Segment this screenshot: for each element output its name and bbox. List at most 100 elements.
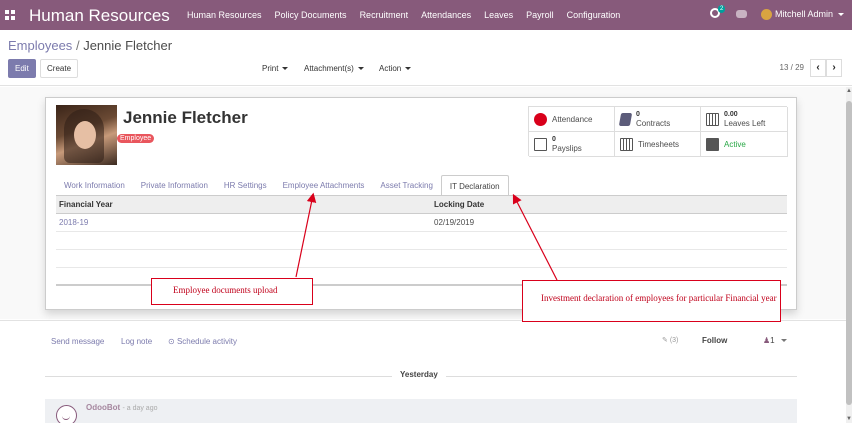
navbar-right: 2 Mitchell Admin	[709, 5, 844, 20]
create-button[interactable]: Create	[40, 59, 79, 78]
leaves-count: 0.00	[724, 111, 738, 118]
activity-count-badge: 2	[717, 5, 726, 13]
table-row-empty	[56, 231, 787, 250]
payslips-count: 0	[552, 136, 556, 143]
menu-item-leaves[interactable]: Leaves	[484, 10, 513, 20]
follow-button[interactable]: Follow	[702, 336, 727, 345]
chatter: Send message Log note ⊙ Schedule activit…	[0, 320, 846, 423]
archive-icon	[706, 137, 719, 151]
tab-employee-attachments[interactable]: Employee Attachments	[275, 175, 373, 196]
contracts-button[interactable]: 0 Contracts	[615, 107, 701, 132]
message-header: OdooBot - a day ago	[86, 403, 157, 412]
column-financial-year[interactable]: Financial Year	[56, 196, 431, 214]
action-label: Action	[379, 64, 402, 73]
print-dropdown[interactable]: Print	[255, 59, 296, 78]
edit-button[interactable]: Edit	[8, 59, 36, 78]
caret-down-icon	[405, 67, 412, 71]
annotation-it-declaration: Investment declaration of employees for …	[522, 280, 781, 322]
attachments-dropdown[interactable]: Attachment(s)	[297, 59, 371, 78]
user-avatar	[760, 8, 772, 20]
annotation-employee-documents: Employee documents upload	[151, 278, 313, 305]
message-time: - a day ago	[122, 405, 158, 412]
tab-private-information[interactable]: Private Information	[133, 175, 216, 196]
page-scrollbar[interactable]: ▲ ▼	[846, 87, 852, 423]
column-locking-date[interactable]: Locking Date	[431, 196, 787, 214]
clock-icon: ⊙	[168, 337, 175, 346]
caret-down-icon	[780, 339, 787, 343]
menu-item-attendances[interactable]: Attendances	[421, 10, 471, 20]
caret-down-icon	[282, 67, 289, 71]
print-label: Print	[262, 64, 279, 73]
leaves-label: Leaves Left	[724, 119, 766, 128]
table-header-row: Financial Year Locking Date	[56, 196, 787, 214]
action-dropdown[interactable]: Action	[372, 59, 419, 78]
tab-work-information[interactable]: Work Information	[56, 175, 133, 196]
form-tabs: Work Information Private Information HR …	[56, 175, 787, 196]
message-author[interactable]: OdooBot	[86, 403, 120, 412]
payslips-label: Payslips	[552, 144, 582, 153]
breadcrumb: Employees / Jennie Fletcher	[8, 38, 172, 53]
contracts-label: Contracts	[636, 119, 671, 128]
menu-item-configuration[interactable]: Configuration	[567, 10, 621, 20]
pager-previous-button[interactable]: ‹	[810, 59, 826, 77]
chat-icon[interactable]	[735, 10, 747, 18]
paperclip-icon: ✎	[662, 337, 668, 344]
timesheets-label: Timesheets	[638, 139, 680, 149]
stat-buttons: Attendance 0 Contracts 0.00 Leaves Left 0P…	[528, 106, 788, 157]
user-name: Mitchell Admin	[774, 9, 833, 19]
attachments-count: (3)	[669, 337, 679, 344]
control-panel: Employees / Jennie Fletcher Edit Create …	[0, 30, 852, 86]
breadcrumb-employees[interactable]: Employees	[8, 38, 72, 53]
menu-item-human-resources[interactable]: Human Resources	[187, 10, 262, 20]
leaves-left-button[interactable]: 0.00 Leaves Left	[701, 107, 788, 132]
attendance-status-icon	[534, 112, 547, 126]
money-icon	[534, 137, 547, 151]
cell-financial-year[interactable]: 2018-19	[56, 213, 431, 232]
followers-count: 1	[770, 336, 775, 345]
payslips-button[interactable]: 0 Payslips	[529, 132, 615, 157]
tab-asset-tracking[interactable]: Asset Tracking	[372, 175, 440, 196]
active-toggle-button[interactable]: Active	[701, 132, 788, 157]
odoobot-avatar[interactable]	[56, 405, 77, 423]
employee-tag[interactable]: Employee	[117, 134, 155, 143]
schedule-activity-button[interactable]: ⊙ Schedule activity	[168, 337, 237, 346]
main-menu: Human Resources Policy Documents Recruit…	[187, 10, 620, 20]
app-brand[interactable]: Human Resources	[29, 6, 170, 26]
caret-down-icon	[838, 12, 844, 16]
contracts-count: 0	[636, 111, 640, 118]
breadcrumb-current: Jennie Fletcher	[83, 38, 173, 53]
scroll-down-arrow-icon[interactable]: ▼	[846, 415, 852, 423]
attendance-button[interactable]: Attendance	[529, 107, 615, 132]
menu-item-payroll[interactable]: Payroll	[526, 10, 554, 20]
scrollbar-thumb[interactable]	[846, 101, 852, 405]
table-row-empty	[56, 249, 787, 268]
attachments-counter[interactable]: ✎ (3)	[662, 336, 678, 344]
top-navbar: Human Resources Human Resources Policy D…	[0, 0, 852, 30]
calendar-icon	[620, 137, 633, 151]
attachments-label: Attachment(s)	[304, 64, 354, 73]
book-icon	[618, 112, 633, 126]
scroll-up-arrow-icon[interactable]: ▲	[846, 87, 852, 95]
employee-name: Jennie Fletcher	[123, 108, 248, 127]
timesheets-button[interactable]: Timesheets	[615, 132, 701, 157]
attendance-label: Attendance	[552, 114, 593, 124]
menu-item-recruitment[interactable]: Recruitment	[360, 10, 409, 20]
cell-locking-date[interactable]: 02/19/2019	[431, 213, 787, 232]
send-message-button[interactable]: Send message	[51, 337, 104, 346]
tab-it-declaration[interactable]: IT Declaration	[440, 175, 509, 196]
pager-value[interactable]: 13 / 29	[780, 63, 804, 72]
followers-button[interactable]: ♟1	[763, 336, 787, 345]
table-row[interactable]: 2018-19 02/19/2019	[56, 213, 787, 232]
employee-photo[interactable]	[56, 105, 117, 165]
pager-next-button[interactable]: ›	[826, 59, 842, 77]
apps-menu-icon[interactable]	[5, 10, 15, 20]
tab-hr-settings[interactable]: HR Settings	[216, 175, 275, 196]
menu-item-policy-documents[interactable]: Policy Documents	[275, 10, 347, 20]
user-menu[interactable]: Mitchell Admin	[760, 8, 844, 20]
caret-down-icon	[357, 67, 364, 71]
activity-icon[interactable]: 2	[709, 5, 726, 20]
chatter-message: OdooBot - a day ago	[45, 399, 797, 423]
it-declaration-table: Financial Year Locking Date 2018-19 02/1…	[56, 196, 787, 286]
calendar-icon	[706, 112, 719, 126]
log-note-button[interactable]: Log note	[121, 337, 152, 346]
